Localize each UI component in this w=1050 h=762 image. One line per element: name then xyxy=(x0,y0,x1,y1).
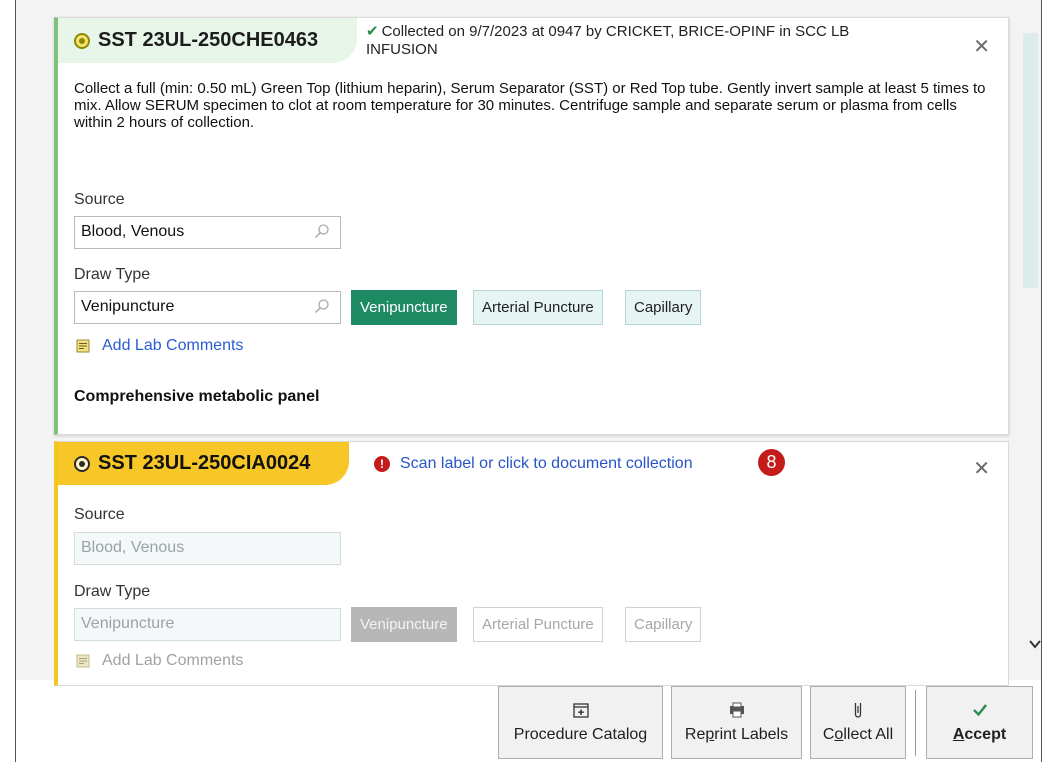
alert-icon: ! xyxy=(374,456,390,472)
chevron-down-icon[interactable] xyxy=(1028,637,1042,651)
specimen-card-collected: SST 23UL-250CHE0463 ✔ Collected on 9/7/20… xyxy=(54,17,1009,435)
test-tube-icon xyxy=(854,703,862,718)
draw-option-capillary[interactable]: Capillary xyxy=(625,290,702,325)
draw-type-label: Draw Type xyxy=(74,266,151,283)
source-value: Blood, Venous xyxy=(81,539,185,556)
specimen-id: SST 23UL-250CHE0463 xyxy=(98,29,319,51)
draw-type-value: Venipuncture xyxy=(81,615,175,632)
search-icon[interactable] xyxy=(314,223,330,239)
specimen-id-pill: SST 23UL-250CHE0463 xyxy=(58,18,357,63)
collection-status: ✔ Collected on 9/7/2023 at 0947 by CRICKE… xyxy=(366,23,886,59)
note-icon xyxy=(76,339,90,353)
close-icon[interactable]: ✕ xyxy=(973,34,990,59)
draw-option-venipuncture[interactable]: Venipuncture xyxy=(351,290,457,325)
source-input[interactable]: Blood, Venous xyxy=(74,216,341,249)
collect-all-button[interactable]: Collect All xyxy=(810,686,906,759)
draw-type-input: Venipuncture xyxy=(74,608,341,641)
procedure-catalog-icon xyxy=(572,703,589,718)
reprint-labels-label: Reprint Labels xyxy=(684,726,789,743)
collect-all-label: Collect All xyxy=(822,726,894,743)
check-icon xyxy=(972,704,987,717)
target-icon xyxy=(74,32,90,49)
target-icon xyxy=(74,455,90,472)
pending-count-badge: 8 xyxy=(758,449,785,476)
check-icon: ✔ xyxy=(366,23,379,40)
collection-status-text: Collected on 9/7/2023 at 0947 by CRICKET… xyxy=(366,23,850,58)
specimen-card-pending: SST 23UL-250CIA0024 ! Scan label or clic… xyxy=(54,441,1009,686)
source-value: Blood, Venous xyxy=(81,223,185,240)
scrollbar-thumb[interactable] xyxy=(1023,33,1038,288)
procedure-catalog-button[interactable]: Procedure Catalog xyxy=(498,686,663,759)
source-input: Blood, Venous xyxy=(74,532,341,565)
collection-instructions: Collect a full (min: 0.50 mL) Green Top … xyxy=(74,80,986,131)
draw-type-value: Venipuncture xyxy=(81,298,175,315)
specimen-id-pill: SST 23UL-250CIA0024 xyxy=(58,442,349,485)
scan-label-link[interactable]: ! Scan label or click to document collec… xyxy=(374,455,693,473)
specimen-id: SST 23UL-250CIA0024 xyxy=(98,452,311,474)
close-icon[interactable]: ✕ xyxy=(973,456,990,481)
procedure-catalog-label: Procedure Catalog xyxy=(513,726,648,743)
source-label: Source xyxy=(74,191,125,208)
source-label: Source xyxy=(74,506,125,523)
draw-option-capillary: Capillary xyxy=(625,607,702,642)
accept-button[interactable]: Accept xyxy=(926,686,1033,759)
search-icon[interactable] xyxy=(314,298,330,314)
reprint-labels-button[interactable]: Reprint Labels xyxy=(671,686,802,759)
draw-option-arterial-puncture: Arterial Puncture xyxy=(473,607,603,642)
draw-type-label: Draw Type xyxy=(74,583,151,600)
add-lab-comments-label: Add Lab Comments xyxy=(102,652,244,669)
panel-title: Comprehensive metabolic panel xyxy=(74,388,320,405)
add-lab-comments-link[interactable]: Add Lab Comments xyxy=(76,337,243,355)
accept-label: Accept xyxy=(952,726,1007,743)
toolbar-divider xyxy=(915,690,916,756)
add-lab-comments-link: Add Lab Comments xyxy=(76,652,243,670)
scan-label-text: Scan label or click to document collecti… xyxy=(400,455,693,472)
draw-type-input[interactable]: Venipuncture xyxy=(74,291,341,324)
printer-icon xyxy=(729,702,744,718)
draw-option-venipuncture: Venipuncture xyxy=(351,607,457,642)
draw-option-arterial-puncture[interactable]: Arterial Puncture xyxy=(473,290,603,325)
note-icon xyxy=(76,654,90,668)
add-lab-comments-label: Add Lab Comments xyxy=(102,337,244,354)
